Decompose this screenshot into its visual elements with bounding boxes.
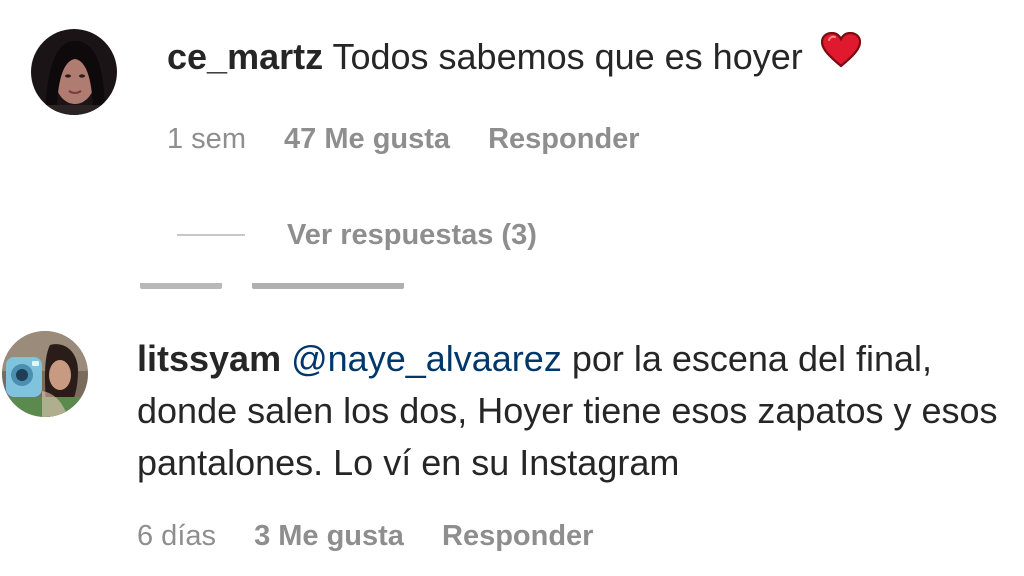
comment-text: ce_martz Todos sabemos que es hoyer — [167, 31, 861, 83]
comment-likes[interactable]: 47 Me gusta — [284, 123, 450, 155]
comment-mention-link[interactable]: @naye_alvaarez — [291, 338, 562, 379]
comment-time[interactable]: 6 días — [137, 520, 216, 552]
comment-time[interactable]: 1 sem — [167, 123, 246, 155]
view-replies-label: Ver respuestas (3) — [287, 218, 537, 251]
comment-text: litssyam @naye_alvaarez por la escena de… — [137, 333, 1017, 489]
profile-photo-icon — [2, 331, 88, 417]
comment-username[interactable]: ce_martz — [167, 36, 323, 77]
profile-photo-icon — [31, 29, 117, 115]
comment-username[interactable]: litssyam — [137, 338, 281, 379]
comment-body: Todos sabemos que es hoyer — [332, 36, 803, 77]
comment-meta: 1 sem 47 Me gusta Responder — [167, 121, 670, 157]
comment-likes[interactable]: 3 Me gusta — [254, 520, 404, 552]
divider — [177, 234, 245, 236]
view-replies-button[interactable]: Ver respuestas (3) — [177, 217, 537, 253]
heart-icon — [820, 30, 861, 82]
avatar[interactable] — [31, 29, 117, 115]
reply-button[interactable]: Responder — [488, 123, 639, 155]
cropped-text-fragment — [140, 276, 420, 290]
avatar[interactable] — [2, 331, 88, 417]
reply-button[interactable]: Responder — [442, 520, 593, 552]
comment-meta: 6 días 3 Me gusta Responder — [137, 518, 623, 554]
comments-screen: ce_martz Todos sabemos que es hoyer 1 se… — [0, 0, 1024, 576]
